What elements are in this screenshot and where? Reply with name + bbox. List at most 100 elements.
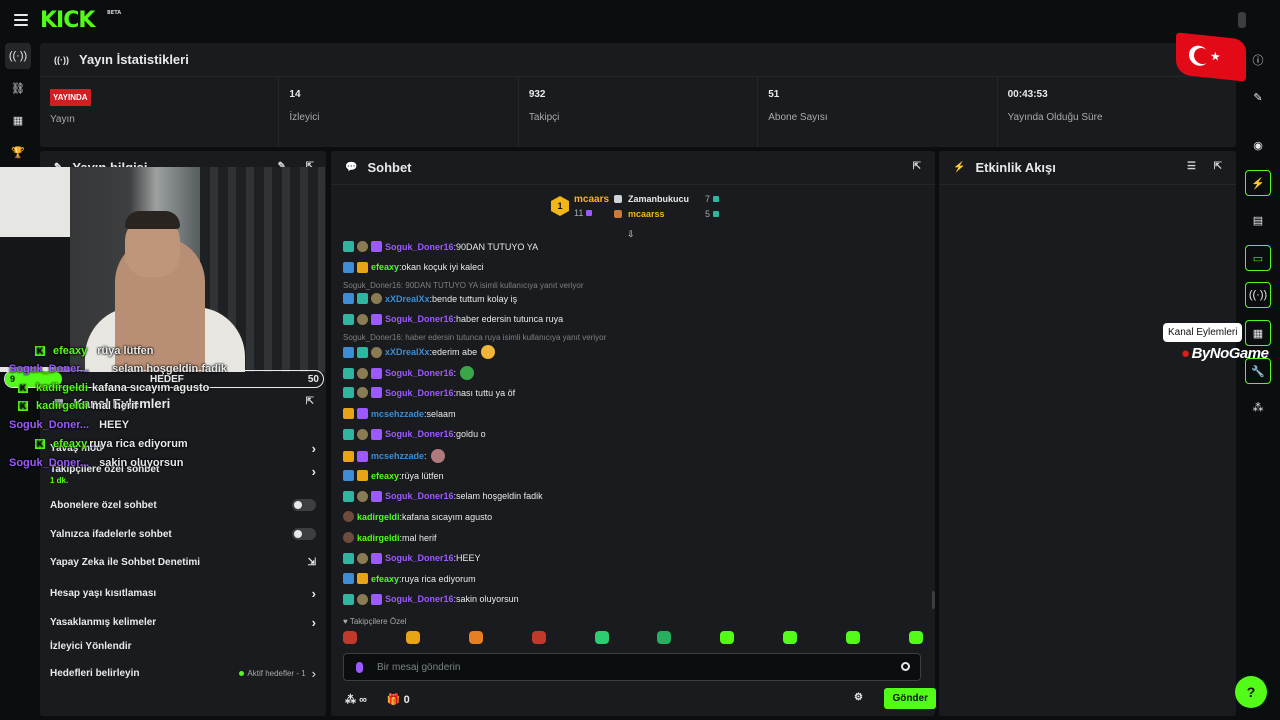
og-badge-icon xyxy=(343,241,354,252)
points-icon[interactable]: ⁂ ∞ xyxy=(345,693,367,706)
emote-button-icon[interactable] xyxy=(783,631,798,644)
points-icon[interactable]: ⁂ xyxy=(1245,394,1271,420)
kick-logo[interactable]: KICK BETA xyxy=(40,8,121,33)
chat-message: xXDrealXx: bende tuttum kolay iş xyxy=(343,293,517,305)
banned-words-row[interactable]: Yasaklanmış kelimeler › xyxy=(50,615,316,630)
menu-icon[interactable] xyxy=(14,14,28,26)
emoji-icon[interactable] xyxy=(901,662,910,671)
account-age-row[interactable]: Hesap yaşı kısıtlaması › xyxy=(50,586,316,601)
trophy-icon[interactable]: 🏆 xyxy=(5,139,31,165)
scrollbar[interactable] xyxy=(932,591,935,609)
chat-username[interactable]: efeaxy xyxy=(371,574,399,584)
emote-button-icon[interactable] xyxy=(657,631,672,644)
emote-button-icon[interactable] xyxy=(594,631,609,644)
overlay-chat-line: Soguk_Doner... HEEY xyxy=(9,419,130,431)
collapse-icon[interactable]: ⇩ xyxy=(627,229,635,240)
vip-badge-icon xyxy=(343,470,354,482)
help-button[interactable]: ? xyxy=(1235,676,1267,708)
avatar[interactable] xyxy=(1238,12,1246,28)
chat-username[interactable]: Soguk_Doner16 xyxy=(385,368,454,378)
chat-username[interactable]: Soguk_Doner16 xyxy=(385,314,454,324)
camera-icon[interactable]: ◉ xyxy=(1245,132,1271,158)
separator: : xyxy=(424,451,427,462)
stream-icon[interactable]: ((·)) xyxy=(5,43,31,69)
chat-username[interactable]: Soguk_Doner16 xyxy=(385,429,454,439)
og-badge-icon xyxy=(343,387,354,399)
sub-badge-icon xyxy=(371,428,382,440)
emote-only-toggle[interactable] xyxy=(292,528,316,540)
gift-badge-icon xyxy=(357,490,368,502)
chat-username[interactable]: mcsehzzade xyxy=(371,409,424,419)
emote-button-icon[interactable] xyxy=(405,631,420,644)
gifter-row[interactable]: mcaarss 5 xyxy=(614,209,719,219)
chat-username[interactable]: Soguk_Doner16 xyxy=(385,553,454,563)
external-link-icon: ⇲ xyxy=(307,557,316,568)
lightning-icon[interactable]: ⚡ xyxy=(1245,170,1271,196)
popout-icon[interactable]: ⇱ xyxy=(913,161,921,172)
ai-moderation-row[interactable]: Yapay Zeka ile Sohbet Denetimi ⇲ xyxy=(50,557,316,568)
chat-icon[interactable]: ▭ xyxy=(1245,245,1271,271)
medal-icon xyxy=(614,210,622,218)
emote-button-icon[interactable] xyxy=(468,631,483,644)
panel-title: Sohbet xyxy=(367,160,412,175)
mic-icon[interactable] xyxy=(356,661,363,673)
analytics-icon[interactable]: ▦ xyxy=(5,107,31,133)
emote-button-icon[interactable] xyxy=(846,631,860,644)
turkish-flag-icon: ★ xyxy=(1176,32,1246,82)
gifter-name[interactable]: mcaars xyxy=(574,194,609,205)
popout-icon[interactable]: ⇱ xyxy=(306,396,314,407)
chat-username[interactable]: efeaxy xyxy=(371,262,399,272)
chat-message: efeaxy: okan koçuk iyi kaleci xyxy=(343,261,484,273)
filter-icon[interactable]: ☰ xyxy=(1187,161,1196,172)
emote-button-icon[interactable] xyxy=(720,631,735,644)
gear-icon[interactable]: ⚙ xyxy=(854,692,863,703)
sub-badge-icon xyxy=(371,593,382,605)
stats-title: Yayın İstatistikleri xyxy=(79,52,189,67)
chat-placeholder: Bir mesaj gönderin xyxy=(377,661,461,673)
chat-username[interactable]: Soguk_Doner16 xyxy=(385,594,454,604)
chat-username[interactable]: kadirgeldi xyxy=(357,512,400,522)
chat-input[interactable]: Bir mesaj gönderin xyxy=(343,653,921,681)
tooltip: Kanal Eylemleri xyxy=(1163,323,1243,342)
chat-username[interactable]: Soguk_Doner16 xyxy=(385,242,454,252)
stream-stats: ((·)) Yayın İstatistikleri YAYINDA Yayın… xyxy=(40,43,1236,147)
chat-username[interactable]: xXDrealXx xyxy=(385,294,430,304)
channel-actions-icon[interactable]: ▦ xyxy=(1245,320,1271,346)
sub-badge-icon xyxy=(371,490,382,502)
subscribers-only-row: Abonelere özel sohbet xyxy=(50,499,316,511)
emote-button-icon[interactable] xyxy=(531,631,546,644)
popout-icon[interactable]: ⇱ xyxy=(1214,161,1222,172)
subscribers-only-toggle[interactable] xyxy=(292,499,316,511)
pencil-icon[interactable]: ✎ xyxy=(1245,84,1271,110)
chat-username[interactable]: mcsehzzade xyxy=(371,451,424,461)
raid-row[interactable]: İzleyici Yönlendir xyxy=(50,641,316,652)
chat-text: HEEY xyxy=(456,553,481,564)
gifter-row[interactable]: Zamanbukucu 7 xyxy=(614,194,719,204)
crown-badge-icon xyxy=(357,261,368,273)
stat-cell-stream: YAYINDA Yayın xyxy=(40,77,280,147)
gift-icon[interactable]: 🎁 0 xyxy=(387,693,410,706)
sub-badge-icon xyxy=(357,450,368,462)
chat-username[interactable]: efeaxy xyxy=(371,471,399,481)
stat-label: Takipçi xyxy=(528,112,560,123)
chat-message: Soguk_Doner16: nası tuttu ya öf xyxy=(343,387,515,399)
chat-username[interactable]: Soguk_Doner16 xyxy=(385,491,454,501)
chat-username[interactable]: xXDrealXx xyxy=(385,347,430,357)
emote-button-icon[interactable] xyxy=(343,631,357,644)
stat-label: Yayın xyxy=(50,114,75,125)
emote-button-icon[interactable] xyxy=(908,631,923,644)
reply-context[interactable]: Soguk_Doner16: haber edersin tutunca ruy… xyxy=(343,333,606,342)
gift-badge-icon xyxy=(357,428,368,440)
crown-badge-icon xyxy=(357,573,368,585)
reply-context[interactable]: Soguk_Doner16: 90DAN TUTUYO YA isimli ku… xyxy=(343,281,584,290)
set-goals-row[interactable]: Hedefleri belirleyin Aktif hedefler - 1 › xyxy=(50,666,316,681)
chat-username[interactable]: kadirgeldi xyxy=(357,533,400,543)
chat-username[interactable]: Soguk_Doner16 xyxy=(385,388,454,398)
send-button[interactable]: Gönder xyxy=(884,688,936,709)
document-icon[interactable]: ▤ xyxy=(1245,207,1271,233)
broadcast-icon[interactable]: ((·)) xyxy=(1245,282,1271,308)
og-badge-icon xyxy=(343,552,354,564)
link-icon[interactable]: ⛓ xyxy=(5,75,31,101)
info-icon[interactable]: ⓘ xyxy=(1245,47,1271,73)
gift-badge-icon xyxy=(371,346,382,358)
